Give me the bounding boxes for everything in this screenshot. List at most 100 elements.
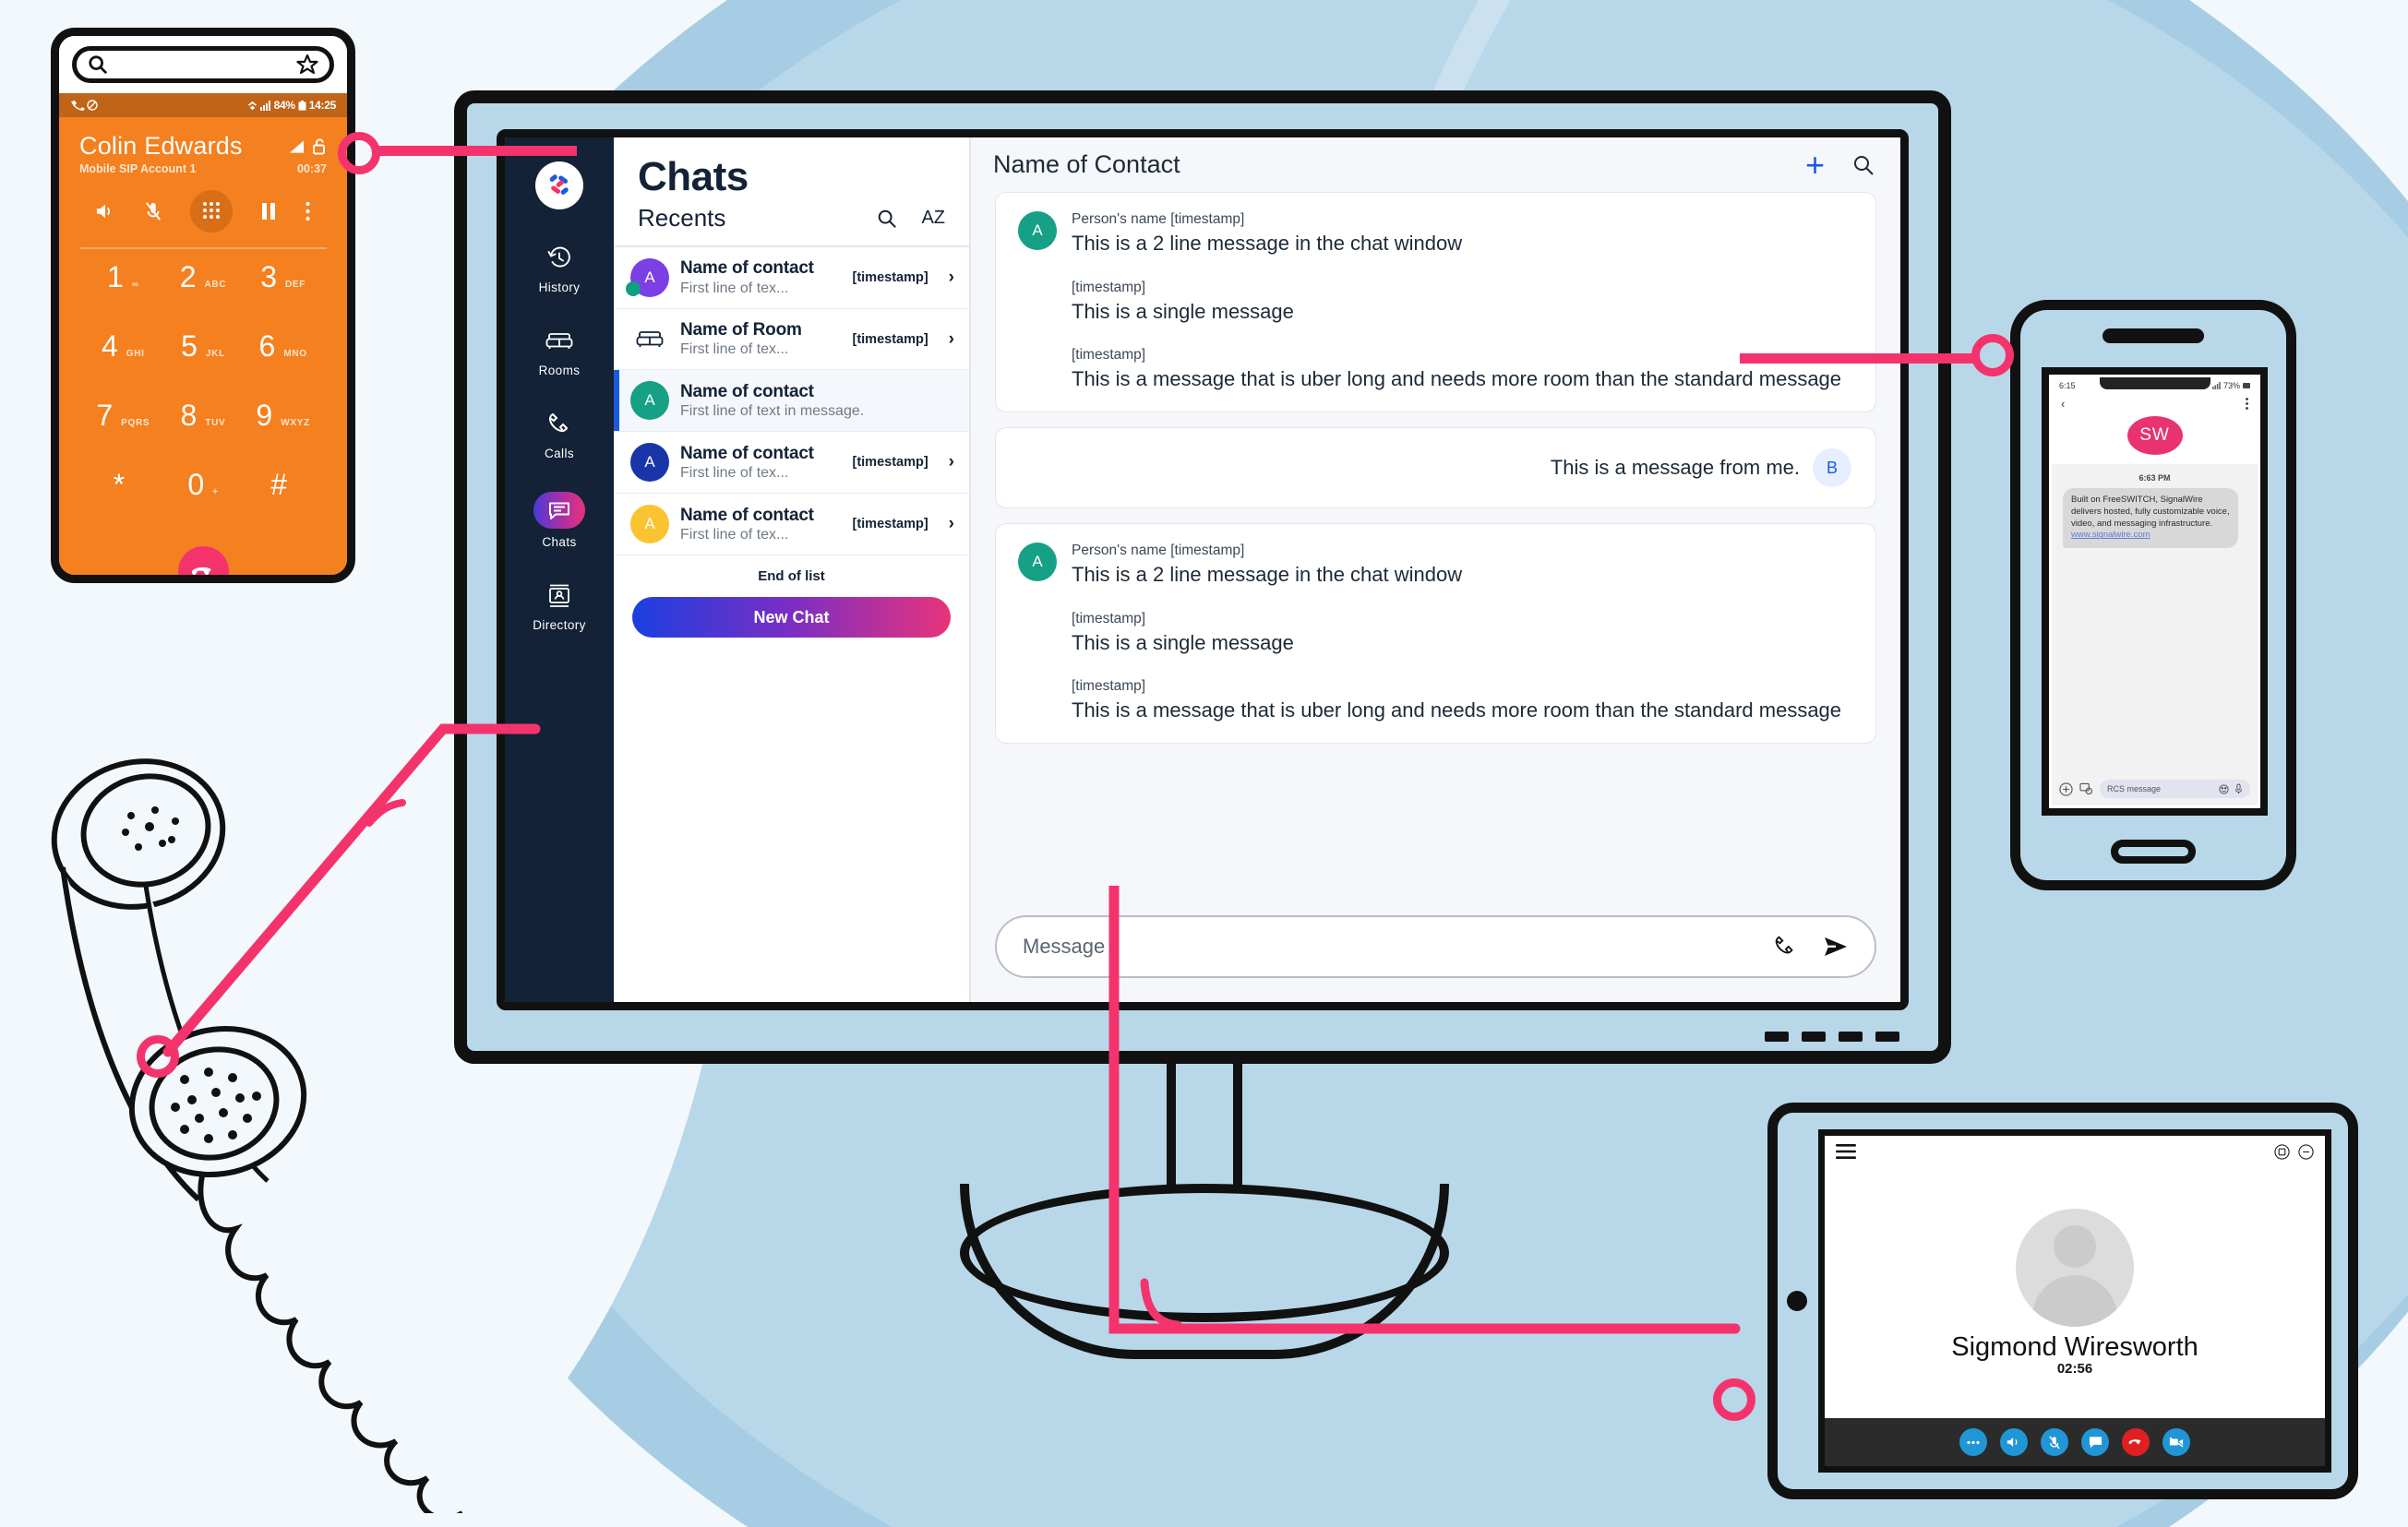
search-icon[interactable] <box>1852 154 1875 176</box>
dialpad-key[interactable]: 6 MNO <box>243 331 323 400</box>
chat-list-item[interactable]: A Name of contact First line of tex... [tim… <box>614 247 969 309</box>
phone-handset-icon[interactable] <box>1773 935 1797 959</box>
message-item: [timestamp] This is a message that is ube… <box>1018 347 1853 393</box>
presence-indicator <box>626 281 641 296</box>
chat-button[interactable] <box>2081 1428 2109 1456</box>
plus-circle-icon[interactable] <box>2059 781 2073 796</box>
chat-list-item[interactable]: A Name of contact First line of text in me… <box>614 370 969 433</box>
plus-icon[interactable]: + <box>1805 149 1825 181</box>
chevron-right-icon[interactable]: › <box>949 268 954 288</box>
sidebar-item-chats[interactable]: Chats <box>505 492 614 549</box>
dialpad-digit: 6 <box>258 329 276 363</box>
kebab-menu-icon[interactable] <box>2246 398 2248 410</box>
chat-list-item[interactable]: A Name of contact First line of tex... [tim… <box>614 494 969 556</box>
dialpad-key[interactable]: 7 PQRS <box>83 400 163 470</box>
hamburger-menu-icon[interactable] <box>1836 1144 1856 1159</box>
message-bubble: Built on FreeSWITCH, SignalWire delivers… <box>2063 488 2238 549</box>
dialpad-digit: 8 <box>180 399 198 432</box>
sip-account-label: Mobile SIP Account 1 <box>79 162 197 175</box>
back-chevron-icon[interactable]: ‹ <box>2061 397 2065 411</box>
message-link[interactable]: www.signalwire.com <box>2071 530 2150 540</box>
search-icon[interactable] <box>877 209 897 229</box>
message-timestamp: [timestamp] <box>1072 610 1146 626</box>
signal-triangle-icon <box>289 140 305 153</box>
mobile-call-screen: 84% 14:25 Colin Edwards Mobile SIP Accou… <box>51 28 355 583</box>
dialpad-letters: WXYZ <box>281 418 310 428</box>
speaker-icon[interactable] <box>95 202 115 221</box>
dialpad-letters: DEF <box>285 280 306 290</box>
sidebar-item-calls[interactable]: Calls <box>505 409 614 460</box>
dialpad-key[interactable]: 0 + <box>163 470 244 539</box>
dialpad: 1 ∞ 2 ABC 3 DEF 4 GHI 5 JKL 6 MNO 7 PQRS 8 TUV 9 WXYZ * 0 + # <box>59 249 347 539</box>
dialpad-letters: ABC <box>204 280 227 290</box>
directory-contact-card-icon <box>535 580 583 612</box>
status-clock: 14:25 <box>308 99 337 112</box>
tablet-call-controls <box>1825 1418 2325 1466</box>
sidebar-item-directory[interactable]: Directory <box>505 580 614 632</box>
end-call-icon[interactable] <box>177 546 229 575</box>
dialpad-digit: 0 <box>187 468 205 501</box>
call-timer: 02:56 <box>2056 1361 2093 1377</box>
caller-name: Sigmond Wiresworth <box>1951 1332 2198 1362</box>
dialpad-key[interactable]: 9 WXYZ <box>243 400 323 470</box>
avatar: B <box>1813 448 1851 488</box>
chevron-right-icon[interactable]: › <box>949 329 954 350</box>
star-icon[interactable] <box>296 54 318 76</box>
message-text: This is a single message <box>1072 299 1294 323</box>
end-call-button[interactable] <box>2122 1428 2150 1456</box>
chat-list-item[interactable]: Name of Room First line of tex... [timesta… <box>614 309 969 371</box>
dialpad-key[interactable]: 4 GHI <box>83 331 163 400</box>
rcs-message-input[interactable]: RCS message <box>2100 780 2250 798</box>
mute-mic-icon[interactable] <box>144 201 162 221</box>
chevron-right-icon[interactable]: › <box>949 514 954 534</box>
message-text: This is a 2 line message in the chat win… <box>1072 563 1463 587</box>
unlocked-padlock-icon <box>313 138 325 155</box>
battery-icon <box>298 100 306 111</box>
dialpad-digit: 5 <box>181 329 198 363</box>
hold-icon[interactable] <box>261 202 276 221</box>
chat-preview-text: First line of tex... <box>680 341 789 358</box>
send-paper-plane-icon[interactable] <box>1823 935 1849 959</box>
sidebar-item-rooms[interactable]: Rooms <box>505 326 614 377</box>
dialpad-key[interactable]: # <box>243 470 323 539</box>
home-button[interactable] <box>2111 840 2196 864</box>
caller-name: Colin Edwards <box>79 132 243 160</box>
more-options-button[interactable] <box>1959 1428 1987 1456</box>
video-off-button[interactable] <box>2162 1428 2190 1456</box>
battery-icon <box>2243 382 2250 388</box>
mute-button[interactable] <box>2041 1428 2068 1456</box>
message-item: [timestamp] This is a single message <box>1018 280 1853 326</box>
chat-list-item[interactable]: A Name of contact First line of tex... [tim… <box>614 432 969 495</box>
dialpad-digit: 7 <box>96 399 114 432</box>
dialpad-digit: * <box>113 468 126 501</box>
dialpad-key[interactable]: 5 JKL <box>163 331 244 400</box>
sidebar-item-history[interactable]: History <box>505 243 614 294</box>
signalwire-logo-icon[interactable] <box>535 161 583 209</box>
popout-window-icon[interactable] <box>2274 1143 2290 1160</box>
message-text: This is a 2 line message in the chat win… <box>1072 232 1463 255</box>
message-text: This is a message from me. <box>1550 456 1800 480</box>
dialpad-key[interactable]: 3 DEF <box>243 262 323 331</box>
outgoing-message-bubble: This is a message from me. B <box>995 427 1876 509</box>
chat-bubble-icon <box>533 492 585 529</box>
dialpad-key[interactable]: 8 TUV <box>163 400 244 470</box>
chevron-right-icon[interactable]: › <box>949 452 954 472</box>
more-options-icon[interactable] <box>305 201 311 221</box>
minimize-icon[interactable] <box>2298 1143 2314 1160</box>
dialpad-letters: PQRS <box>121 418 150 428</box>
monitor-bezel-buttons[interactable] <box>1765 1032 1899 1042</box>
search-input[interactable] <box>72 46 334 83</box>
dialpad-digit: 1 <box>107 260 124 293</box>
dialpad-key[interactable]: 2 ABC <box>163 262 244 331</box>
phone-handset-icon <box>535 409 583 440</box>
dialpad-key[interactable]: 1 ∞ <box>83 262 163 331</box>
sort-az-button[interactable]: AZ <box>921 208 945 229</box>
dialpad-letters: JKL <box>205 349 225 359</box>
gallery-camera-icon[interactable] <box>2079 782 2093 795</box>
chat-preview-text: First line of tex... <box>680 280 789 296</box>
chat-timestamp: [timestamp] <box>852 331 928 347</box>
dialpad-key[interactable]: * <box>83 470 163 539</box>
new-chat-button[interactable]: New Chat <box>632 597 951 638</box>
keypad-icon[interactable] <box>190 190 234 233</box>
speaker-button[interactable] <box>2000 1428 2028 1456</box>
